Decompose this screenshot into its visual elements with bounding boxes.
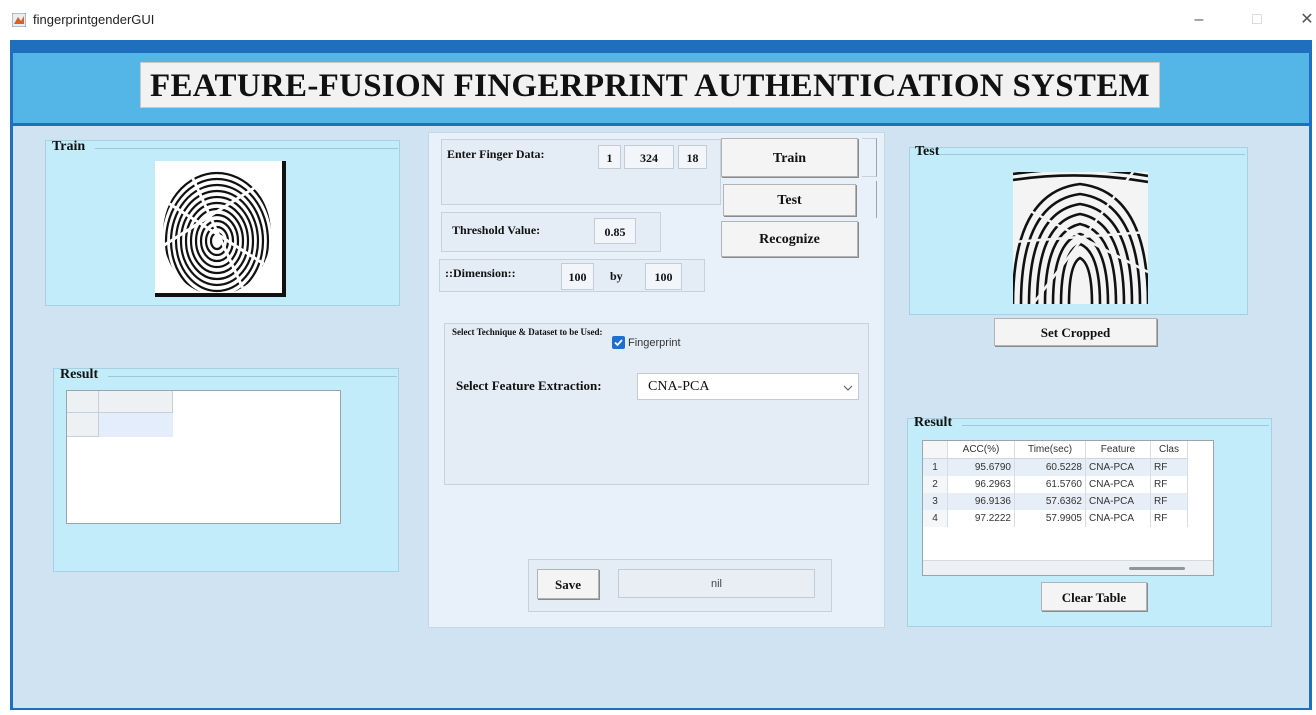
window-titlebar — [0, 0, 1316, 40]
app-title: FEATURE-FUSION FINGERPRINT AUTHENTICATIO… — [140, 62, 1160, 108]
feature-extraction-value: CNA-PCA — [648, 379, 710, 394]
train-panel-border — [95, 148, 398, 149]
table-row[interactable]: 1 95.6790 60.5228 CNA-PCA RF — [923, 458, 1188, 476]
result-right-border — [962, 425, 1269, 426]
finger-data-input-1[interactable]: 1 — [598, 145, 621, 169]
row-number: 1 — [923, 458, 948, 476]
result-right-table[interactable]: ACC(%) Time(sec) Feature Clas 1 95.6790 … — [922, 440, 1214, 576]
row-number: 2 — [923, 476, 948, 493]
technique-title: Select Technique & Dataset to be Used: — [452, 327, 603, 337]
chevron-down-icon — [842, 381, 854, 393]
time-cell: 57.9905 — [1014, 510, 1086, 527]
threshold-label: Threshold Value: — [452, 223, 541, 237]
train-button[interactable]: Train — [721, 138, 858, 177]
table-row[interactable]: 4 97.2222 57.9905 CNA-PCA RF — [923, 510, 1188, 527]
clear-table-button[interactable]: Clear Table — [1041, 582, 1147, 611]
finger-data-input-3[interactable]: 18 — [678, 145, 707, 169]
train-button-spacer — [862, 138, 877, 177]
table-cell[interactable] — [99, 413, 173, 437]
acc-cell: 96.2963 — [947, 476, 1015, 493]
time-cell: 60.5228 — [1014, 458, 1086, 476]
table-corner-cell — [67, 391, 99, 413]
test-button-spacer — [862, 181, 877, 218]
feature-cell: CNA-PCA — [1085, 476, 1151, 493]
test-panel-title: Test — [915, 144, 940, 159]
feature-cell: CNA-PCA — [1085, 510, 1151, 527]
class-cell: RF — [1150, 476, 1188, 493]
acc-cell: 97.2222 — [947, 510, 1015, 527]
maximize-button[interactable]: □ — [1244, 8, 1270, 32]
train-panel-title: Train — [52, 139, 86, 154]
test-panel-border — [940, 154, 1245, 155]
horizontal-scrollbar[interactable] — [923, 560, 1213, 575]
class-cell: RF — [1150, 493, 1188, 510]
threshold-input[interactable]: 0.85 — [594, 218, 636, 244]
scrollbar-thumb[interactable] — [1129, 567, 1185, 570]
result-right-title: Result — [914, 415, 953, 430]
table-header-cell: Clas — [1150, 441, 1188, 459]
feature-extraction-select[interactable]: CNA-PCA — [637, 373, 859, 400]
row-number: 4 — [923, 510, 948, 527]
table-row[interactable]: 2 96.2963 61.5760 CNA-PCA RF — [923, 476, 1188, 493]
class-cell: RF — [1150, 458, 1188, 476]
set-cropped-button[interactable]: Set Cropped — [994, 318, 1157, 346]
dimension-by-label: by — [610, 269, 623, 283]
recognize-button[interactable]: Recognize — [721, 221, 858, 257]
finger-data-label: Enter Finger Data: — [447, 147, 545, 161]
window-title: fingerprintgenderGUI — [33, 12, 155, 27]
result-left-title: Result — [60, 367, 99, 382]
acc-cell: 96.9136 — [947, 493, 1015, 510]
checkmark-icon — [614, 339, 623, 347]
results-table: ACC(%) Time(sec) Feature Clas 1 95.6790 … — [923, 441, 1188, 527]
dimension-height-input[interactable]: 100 — [645, 263, 682, 290]
close-button[interactable]: ✕ — [1294, 8, 1316, 32]
table-row[interactable]: 3 96.9136 57.6362 CNA-PCA RF — [923, 493, 1188, 510]
table-header-cell: Feature — [1085, 441, 1151, 459]
class-cell: RF — [1150, 510, 1188, 527]
time-cell: 57.6362 — [1014, 493, 1086, 510]
save-button[interactable]: Save — [537, 569, 599, 599]
result-left-table[interactable] — [66, 390, 341, 524]
finger-data-input-2[interactable]: 324 — [624, 145, 674, 169]
save-output-field: nil — [618, 569, 815, 598]
matlab-app-icon — [11, 12, 27, 28]
table-row-header — [67, 413, 99, 437]
fingerprint-checkbox-label: Fingerprint — [628, 337, 681, 349]
minimize-button[interactable]: – — [1186, 8, 1212, 32]
dimension-label: ::Dimension:: — [445, 266, 516, 280]
test-button[interactable]: Test — [723, 184, 856, 216]
time-cell: 61.5760 — [1014, 476, 1086, 493]
table-header-cell — [923, 441, 948, 459]
fingerprint-checkbox[interactable] — [612, 336, 625, 349]
table-header-cell: ACC(%) — [947, 441, 1015, 459]
feature-cell: CNA-PCA — [1085, 493, 1151, 510]
dimension-width-input[interactable]: 100 — [561, 263, 594, 290]
acc-cell: 95.6790 — [947, 458, 1015, 476]
test-fingerprint-image — [1011, 168, 1150, 305]
train-fingerprint-image — [155, 161, 286, 297]
feature-extraction-label: Select Feature Extraction: — [456, 378, 602, 393]
table-column-header — [99, 391, 173, 413]
result-left-border — [108, 376, 397, 377]
feature-cell: CNA-PCA — [1085, 458, 1151, 476]
row-number: 3 — [923, 493, 948, 510]
table-header-cell: Time(sec) — [1014, 441, 1086, 459]
table-header-row: ACC(%) Time(sec) Feature Clas — [923, 441, 1188, 459]
